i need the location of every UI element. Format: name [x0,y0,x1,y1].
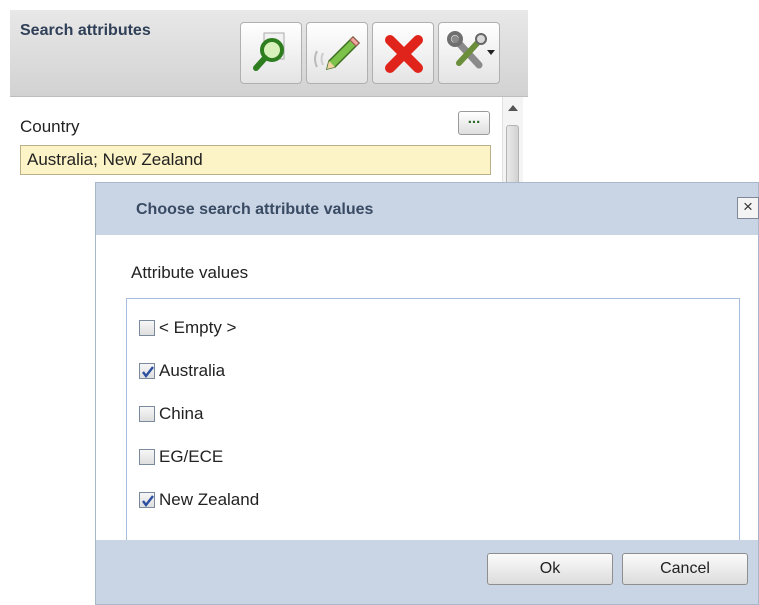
checkbox[interactable] [139,449,155,465]
list-item-label: Australia [159,361,226,380]
country-field[interactable]: Australia; New Zealand [20,145,491,175]
choose-values-button[interactable]: ... [458,111,490,135]
attribute-values-label: Attribute values [131,263,249,282]
attribute-values-list[interactable]: < Empty > Australia China EG/ECE New Zea… [126,298,740,542]
checkbox[interactable] [139,492,155,508]
tools-menu-button[interactable] [438,22,500,84]
scroll-up-icon[interactable] [508,105,518,111]
panel-title: Search attributes [20,22,151,39]
list-item-label: New Zealand [159,490,260,509]
checkbox[interactable] [139,320,155,336]
chevron-down-icon [487,50,495,55]
close-button[interactable]: × [737,197,759,219]
list-item-label: China [159,404,204,423]
panel-body: Country ... Australia; New Zealand [10,97,528,190]
checkbox[interactable] [139,363,155,379]
ok-button[interactable]: Ok [487,553,613,585]
edit-pencil-icon [314,35,361,71]
list-item-label: EG/ECE [159,447,224,466]
list-item-label: < Empty > [159,318,237,337]
panel-header: Search attributes [10,10,528,97]
edit-button[interactable] [306,22,368,84]
checkmark-icon [142,495,154,507]
dialog-title: Choose search attribute values [136,201,374,218]
dialog-footer: Ok Cancel [96,540,758,604]
cancel-button[interactable]: Cancel [622,553,748,585]
clear-x-icon [385,35,423,73]
country-label: Country [20,117,80,136]
choose-values-dialog: Choose search attribute values × Attribu… [95,182,759,605]
checkmark-icon [142,366,154,378]
search-icon [253,32,285,71]
close-icon: × [743,197,753,216]
dialog-body: Attribute values < Empty > Australia Chi… [96,235,758,542]
search-button[interactable] [240,22,302,84]
search-attributes-panel: Search attributes Country ... Australia;… [10,10,528,190]
clear-button[interactable] [372,22,434,84]
scroll-thumb[interactable] [506,125,519,189]
checkbox[interactable] [139,406,155,422]
vertical-scrollbar[interactable] [502,97,523,190]
